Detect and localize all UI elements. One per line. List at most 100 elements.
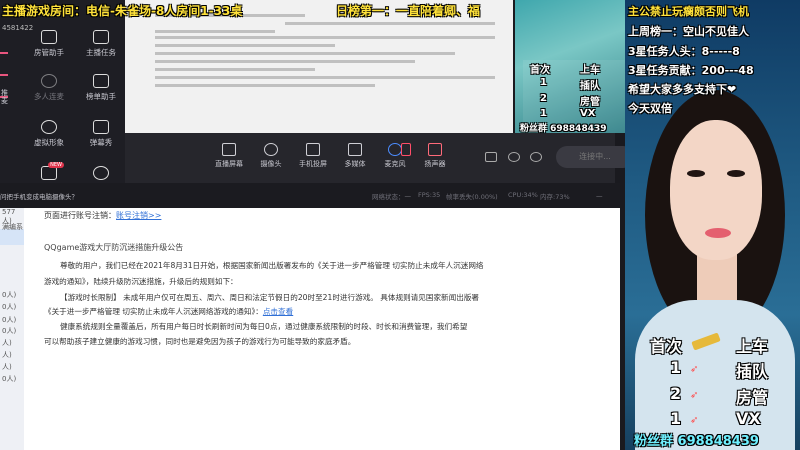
big-board-reward: 房管: [736, 388, 769, 407]
small-board-reward: VX: [580, 108, 596, 119]
cpu-status: CPU:34%: [508, 191, 538, 199]
shield-icon: [41, 30, 57, 44]
sidebar-item-label: 弹幕秀: [89, 138, 113, 147]
gear-icon[interactable]: [530, 152, 542, 162]
small-board-reward: 房管: [580, 97, 600, 108]
multimedia-button[interactable]: 多媒体: [333, 143, 377, 169]
portrait-face: [670, 120, 762, 260]
notice-heading: QQgame游戏大厅防沉迷措施升级公告: [44, 243, 184, 252]
rocket-icon: ➶: [690, 390, 699, 401]
go-live-button[interactable]: 连接中...: [556, 146, 634, 168]
sidebar-accent: [0, 52, 8, 118]
stream-screen: 4581422 推 麦 房管助手 主播任务 多人连麦 榜单助手 虚拟形象 弹幕秀: [0, 0, 800, 450]
phone-cast-button[interactable]: 手机投屏: [291, 143, 335, 169]
frame-loss-status: 帧率丢失(0.00%): [446, 193, 498, 201]
room-title-banner: 主播游戏房间：电信-朱雀场-8人房间1-33桌: [2, 4, 243, 18]
gift-icon: [41, 166, 57, 180]
small-board-count: 1: [540, 108, 547, 119]
big-board-first-reward: 上车: [736, 337, 769, 356]
big-board-reward: VX: [736, 409, 761, 428]
room-count[interactable]: 0人): [2, 290, 16, 300]
screen-capture-button[interactable]: 直播屏幕: [207, 143, 251, 169]
house-icon: [93, 166, 109, 180]
room-count[interactable]: 人): [2, 350, 12, 360]
room-count[interactable]: 人): [2, 338, 12, 348]
sidebar-item-label: 虚拟形象: [34, 138, 64, 147]
sidebar-partial-2: 麦: [1, 97, 8, 105]
right-notice-2: 上周榜一：空山不见佳人: [628, 25, 749, 38]
camera-icon: [264, 143, 278, 156]
room-count[interactable]: 0人): [2, 326, 16, 336]
notice-para1-line2: 游戏的通知》，陆续升级防沉迷措施，升级后的规则如下：: [44, 277, 238, 286]
users-icon: [41, 74, 57, 88]
view-rules-link[interactable]: 点击查看: [263, 307, 293, 316]
app-sidebar: 4581422 推 麦 房管助手 主播任务 多人连麦 榜单助手 虚拟形象 弹幕秀: [0, 0, 125, 208]
rocket-icon: ➶: [690, 364, 699, 375]
room-count[interactable]: 人): [2, 362, 12, 372]
big-board-count: 1: [670, 409, 682, 428]
record-icon[interactable]: [485, 152, 497, 162]
portrait-eye: [727, 170, 745, 177]
sidebar-item-extra-2[interactable]: [80, 166, 122, 183]
small-board-fans: 粉丝群 698848439: [520, 124, 607, 134]
right-notice-1: 主公禁止玩瘸颇否则飞机: [628, 5, 749, 18]
small-board-first-reward: 上车: [580, 65, 600, 76]
sidebar-item-label: 主播任务: [86, 48, 116, 57]
portrait-lips: [705, 228, 731, 238]
clipboard-icon: [93, 30, 109, 44]
memory-status: 内存:73%: [540, 193, 570, 201]
monitor-icon: [222, 143, 236, 156]
sidebar-item-extra-1[interactable]: NEW: [28, 162, 70, 183]
camera-button[interactable]: 摄像头: [249, 143, 293, 169]
stream-preview: [125, 0, 513, 133]
mic-level-icon: [401, 143, 411, 156]
eye-icon[interactable]: [508, 152, 520, 162]
big-board-fans: 粉丝群 698848439: [634, 434, 759, 449]
sidebar-item-room-admin[interactable]: 房管助手: [28, 30, 70, 58]
sidebar-item-avatar[interactable]: 虚拟形象: [28, 120, 70, 148]
account-cancel-link[interactable]: 账号注销>>: [116, 211, 161, 220]
face-icon: [41, 120, 57, 134]
notice-para3-line1: 健康系统规则全量覆盖后，所有用户每日时长刷新时间为每日0点，通过健康系统限制的时…: [60, 322, 468, 331]
sidebar-item-danmaku[interactable]: 弹幕秀: [80, 120, 122, 148]
phone-camera-hint[interactable]: 问把手机变成电脑摄像头？: [0, 191, 78, 201]
status-extra: 一: [596, 193, 603, 201]
sidebar-item-label: 榜单助手: [86, 92, 116, 101]
account-cancel-line: 页面进行账号注销：账号注销>>: [44, 211, 162, 220]
sidebar-item-host-tasks[interactable]: 主播任务: [80, 30, 122, 58]
right-notice-3: 3星任务人头：8-----8: [628, 45, 740, 58]
speaker-button[interactable]: 扬声器: [413, 143, 457, 169]
microphone-icon: [388, 143, 402, 156]
small-board-reward: 插队: [580, 81, 600, 92]
notice-para2-line1: 【游戏时长限制】 未成年用户仅可在周五、周六、周日和法定节假日的20时至21时进…: [60, 293, 480, 302]
small-board-first: 首次: [530, 65, 550, 76]
notice-para2-line2: 《关于进一步严格管理 切实防止未成年人沉迷网络游戏的通知》：点击查看: [44, 307, 294, 316]
sidebar-item-multi-mic[interactable]: 多人连麦: [28, 74, 70, 102]
right-notice-6: 今天双倍: [628, 102, 672, 115]
sidebar-item-rank-helper[interactable]: 榜单助手: [80, 74, 122, 102]
right-notice-4: 3星任务贡献：200---48: [628, 64, 754, 77]
big-board-count: 1: [670, 358, 682, 377]
trophy-icon: [93, 74, 109, 88]
rocket-icon: ➶: [690, 415, 699, 426]
room-count[interactable]: 0人): [2, 315, 16, 325]
small-board-count: 1: [540, 77, 547, 88]
sidebar-item-label: 多人连麦: [34, 92, 64, 101]
speaker-icon: [428, 143, 442, 156]
big-board-count: 2: [670, 384, 682, 403]
notice-para3-line2: 可以帮助孩子建立健康的游戏习惯，同时也是避免因为孩子的游戏行为可能导致的家庭矛盾…: [44, 337, 356, 346]
daily-rank-banner: 日榜第一：一直陪着卿、福: [336, 4, 481, 18]
play-icon: [348, 143, 362, 156]
room-count[interactable]: 满编系: [2, 222, 23, 232]
room-list-strip: 577人) 满编系 0人) 0人) 0人) 0人) 人) 人) 人) 0人): [0, 208, 24, 450]
right-notice-5: 希望大家多多支持下❤: [628, 83, 737, 96]
room-count[interactable]: 0人): [2, 302, 16, 312]
room-count[interactable]: 0人): [2, 374, 16, 384]
network-status: 网络状态：一: [372, 193, 411, 201]
new-badge: NEW: [48, 162, 64, 168]
big-board-reward: 插队: [736, 362, 769, 381]
portrait-eye: [687, 170, 705, 177]
sidebar-item-label: 房管助手: [34, 48, 64, 57]
fps-status: FPS:35: [418, 191, 441, 199]
small-board-count: 2: [540, 93, 547, 104]
